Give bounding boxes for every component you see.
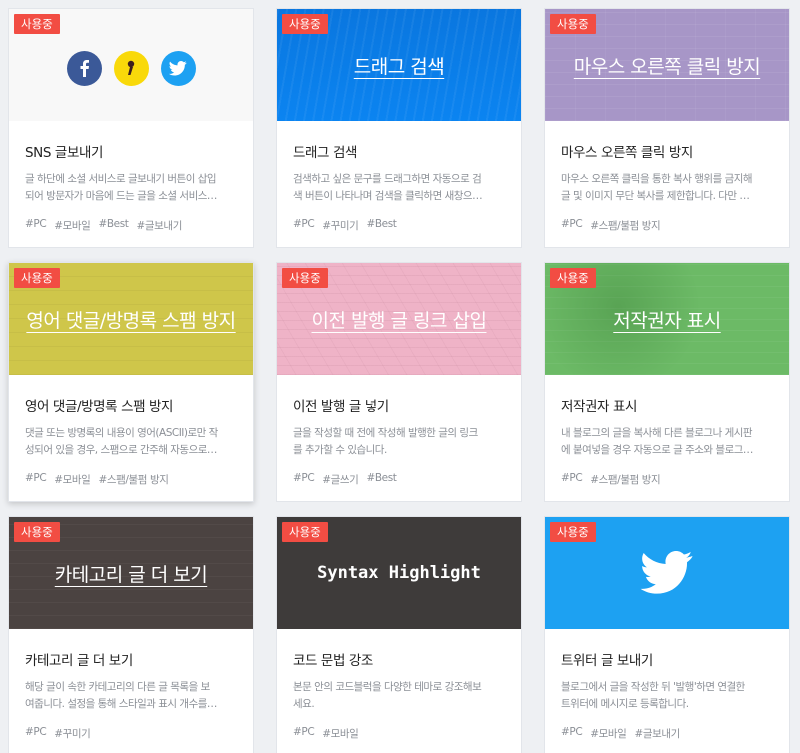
card-tags: #PC #스팸/불펌 방지	[561, 472, 773, 487]
tag: #모바일	[54, 474, 91, 486]
card-thumbnail: 사용중 마우스 오른쪽 클릭 방지	[545, 9, 789, 121]
card-description: 마우스 오른쪽 클릭을 통한 복사 행위를 금지해 글 및 이미지 무단 복사를 …	[561, 173, 753, 202]
card-tags: #PC #꾸미기 #Best	[293, 218, 505, 233]
card-description: 해당 글이 속한 카테고리의 다른 글 목록을 보 여줍니다. 설정을 통해 스타…	[25, 681, 217, 710]
card-tags: #PC #글쓰기 #Best	[293, 472, 505, 487]
plugin-grid: 사용중 SNS 글보내기 글 하단에 소셜 서비스로 글보내기 버튼이 삽입 되어…	[8, 8, 790, 753]
card-tags: #PC #모바일 #글보내기	[561, 726, 773, 741]
tag: #모바일	[54, 220, 91, 232]
card-title: 트위터 글 보내기	[561, 653, 653, 669]
in-use-badge: 사용중	[550, 522, 596, 542]
tag: #PC	[25, 218, 47, 230]
card-tags: #PC #꾸미기	[25, 726, 237, 741]
in-use-badge: 사용중	[14, 268, 60, 288]
card-thumbnail: 사용중 영어 댓글/방명록 스팸 방지	[9, 263, 253, 375]
tag: #PC	[25, 726, 47, 738]
card-description: 글 하단에 소셜 서비스로 글보내기 버튼이 삽입 되어 방문자가 마음에 드는 …	[25, 173, 217, 202]
card-title: 마우스 오른쪽 클릭 방지	[561, 145, 693, 161]
in-use-badge: 사용중	[14, 522, 60, 542]
thumbnail-title: 카테고리 글 더 보기	[54, 563, 208, 586]
card-title: 카테고리 글 더 보기	[25, 653, 133, 669]
card-description: 본문 안의 코드블럭을 다양한 테마로 강조해보 세요.	[293, 681, 482, 710]
in-use-badge: 사용중	[282, 522, 328, 542]
card-thumbnail: 사용중 카테고리 글 더 보기	[9, 517, 253, 629]
tag: #Best	[98, 218, 129, 230]
plugin-card-english-spam-block[interactable]: 사용중 영어 댓글/방명록 스팸 방지 영어 댓글/방명록 스팸 방지 댓글 또…	[8, 262, 254, 502]
card-thumbnail: 사용중	[545, 517, 789, 629]
card-thumbnail: 사용중 드래그 검색	[277, 9, 521, 121]
tag: #Best	[366, 472, 397, 484]
plugin-card-previous-post-link[interactable]: 사용중 이전 발행 글 링크 삽입 이전 발행 글 넣기 글을 작성할 때 전에…	[276, 262, 522, 502]
plugin-card-category-more-posts[interactable]: 사용중 카테고리 글 더 보기 카테고리 글 더 보기 해당 글이 속한 카테고…	[8, 516, 254, 753]
tag: #꾸미기	[54, 728, 91, 740]
card-description: 블로그에서 글을 작성한 뒤 '발행'하면 연결한 트위터에 메시지로 등록합니다…	[561, 681, 745, 710]
tag: #글보내기	[136, 220, 183, 232]
card-description: 내 블로그의 글을 복사해 다른 블로그나 게시판 에 붙여넣을 경우 자동으로 …	[561, 427, 753, 456]
card-thumbnail: 사용중	[9, 9, 253, 121]
card-title: 드래그 검색	[293, 145, 357, 161]
card-description: 검색하고 싶은 문구를 드래그하면 자동으로 검색 버튼이 나타나며 검색을 클…	[293, 173, 483, 202]
card-description: 글을 작성할 때 전에 작성해 발행한 글의 링크 를 추가할 수 있습니다.	[293, 427, 478, 456]
thumbnail-title: 이전 발행 글 링크 삽입	[311, 309, 487, 332]
card-description: 댓글 또는 방명록의 내용이 영어(ASCII)로만 작 성되어 있을 경우, 스…	[25, 427, 218, 456]
plugin-card-right-click-block[interactable]: 사용중 마우스 오른쪽 클릭 방지 마우스 오른쪽 클릭 방지 마우스 오른쪽 …	[544, 8, 790, 248]
tag: #글보내기	[634, 728, 680, 740]
tag: #꾸미기	[322, 220, 359, 232]
card-title: 저작권자 표시	[561, 399, 638, 415]
card-title: 코드 문법 강조	[293, 653, 373, 669]
plugin-card-syntax-highlight[interactable]: 사용중 Syntax Highlight 코드 문법 강조 본문 안의 코드블럭…	[276, 516, 522, 753]
card-title: SNS 글보내기	[25, 145, 104, 161]
in-use-badge: 사용중	[550, 268, 596, 288]
social-icons	[66, 50, 196, 86]
card-thumbnail: 사용중 Syntax Highlight	[277, 517, 521, 629]
card-tags: #PC #스팸/불펌 방지	[561, 218, 773, 233]
tag: #스팸/불펌 방지	[590, 220, 661, 232]
card-thumbnail: 사용중 저작권자 표시	[545, 263, 789, 375]
in-use-badge: 사용중	[282, 14, 328, 34]
tag: #Best	[366, 218, 397, 230]
kakaostory-icon	[113, 50, 149, 86]
twitter-bird-icon	[640, 551, 694, 595]
card-tags: #PC #모바일 #스팸/불펌 방지	[25, 472, 237, 487]
thumbnail-title: 드래그 검색	[353, 55, 445, 78]
card-tags: #PC #모바일	[293, 726, 505, 741]
thumbnail-title: 영어 댓글/방명록 스팸 방지	[26, 309, 236, 332]
tag: #스팸/불펌 방지	[98, 474, 169, 486]
card-title: 이전 발행 글 넣기	[293, 399, 389, 415]
plugin-card-twitter-share[interactable]: 사용중 트위터 글 보내기 블로그에서 글을 작성한 뒤 '발행'하면 연결한 트…	[544, 516, 790, 753]
thumbnail-title: 마우스 오른쪽 클릭 방지	[573, 55, 761, 78]
in-use-badge: 사용중	[550, 14, 596, 34]
tag: #모바일	[322, 728, 359, 740]
tag: #PC	[25, 472, 47, 484]
tag: #스팸/불펌 방지	[590, 474, 661, 486]
plugin-card-drag-search[interactable]: 사용중 드래그 검색 드래그 검색 검색하고 싶은 문구를 드래그하면 자동으로…	[276, 8, 522, 248]
tag: #PC	[561, 726, 583, 738]
card-tags: #PC #모바일 #Best #글보내기	[25, 218, 237, 233]
card-thumbnail: 사용중 이전 발행 글 링크 삽입	[277, 263, 521, 375]
tag: #글쓰기	[322, 474, 359, 486]
tag: #PC	[293, 472, 315, 484]
thumbnail-title: Syntax Highlight	[317, 563, 481, 583]
facebook-icon	[66, 50, 102, 86]
tag: #PC	[561, 218, 583, 230]
twitter-icon	[160, 50, 196, 86]
tag: #PC	[561, 472, 583, 484]
tag: #PC	[293, 218, 315, 230]
in-use-badge: 사용중	[282, 268, 328, 288]
card-title: 영어 댓글/방명록 스팸 방지	[25, 399, 174, 415]
tag: #모바일	[590, 728, 627, 740]
tag: #PC	[293, 726, 315, 738]
plugin-card-sns-share[interactable]: 사용중 SNS 글보내기 글 하단에 소셜 서비스로 글보내기 버튼이 삽입 되어…	[8, 8, 254, 248]
plugin-card-copyright[interactable]: 사용중 저작권자 표시 저작권자 표시 내 블로그의 글을 복사해 다른 블로그…	[544, 262, 790, 502]
in-use-badge: 사용중	[14, 14, 60, 34]
thumbnail-title: 저작권자 표시	[613, 309, 721, 332]
